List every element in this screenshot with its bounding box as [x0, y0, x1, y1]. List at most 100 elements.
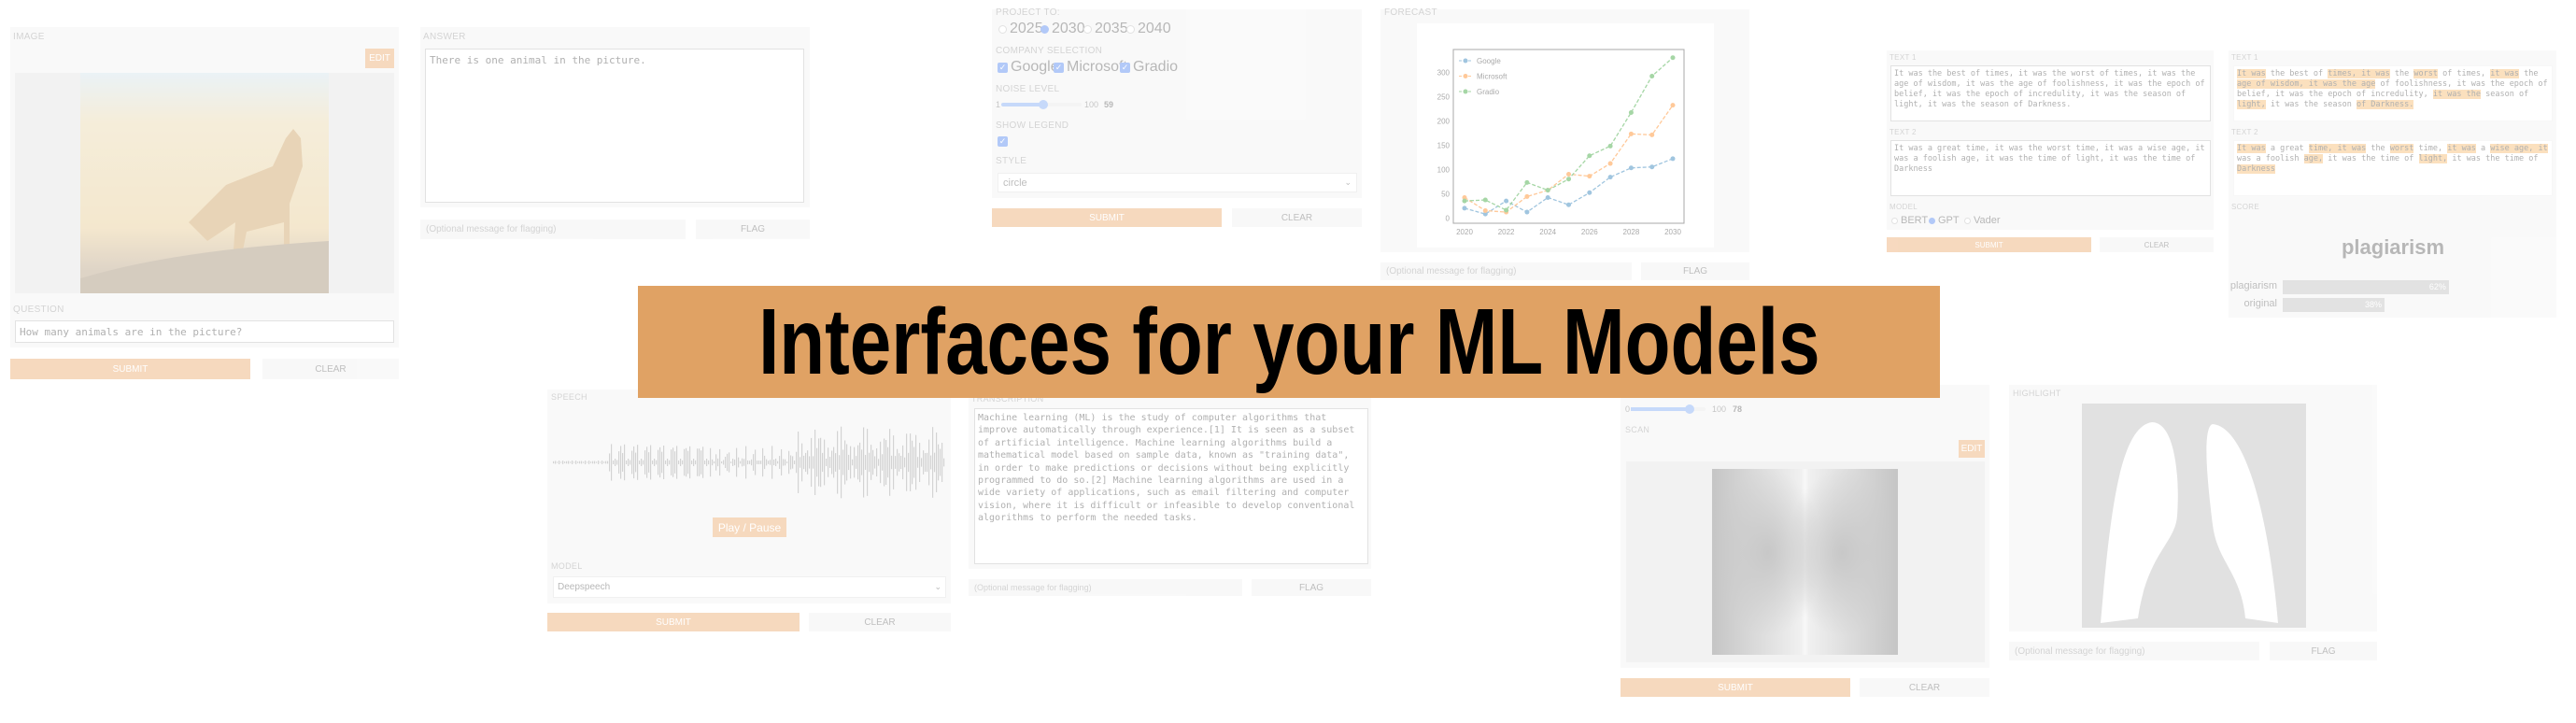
- submit-button[interactable]: SUBMIT: [10, 359, 250, 379]
- speech-label: SPEECH: [551, 392, 587, 402]
- edit-button[interactable]: EDIT: [365, 49, 394, 68]
- y-tick-label: 100: [1437, 165, 1451, 174]
- waveform-bar: [712, 459, 714, 466]
- noise-label: NOISE LEVEL: [996, 84, 1060, 94]
- company-label: COMPANY SELECTION: [996, 46, 1103, 56]
- waveform-bar: [889, 429, 891, 496]
- year-radio-2040[interactable]: 2040: [1126, 21, 1171, 37]
- score-label-original: original: [2243, 297, 2277, 309]
- image-dropzone[interactable]: [15, 73, 394, 293]
- flag-message-input[interactable]: (Optional message for flagging): [1380, 262, 1632, 280]
- model-select[interactable]: Deepspeech ⌄: [553, 576, 946, 598]
- flag-message-input[interactable]: (Optional message for flagging): [2009, 642, 2259, 660]
- text2-input[interactable]: It was a great time, it was the worst ti…: [1890, 140, 2211, 196]
- waveform-bar: [938, 444, 940, 481]
- waveform-bar: [721, 461, 723, 464]
- year-radio-2025[interactable]: 2025: [998, 21, 1043, 37]
- model-radio-bert[interactable]: BERT: [1891, 215, 1928, 226]
- waveform-bar: [775, 458, 777, 467]
- waveform-bar: [915, 434, 917, 490]
- company-checkbox-gradio[interactable]: ✓ Gradio: [1120, 59, 1178, 76]
- waveform-bar: [857, 445, 859, 480]
- image-dropzone[interactable]: [1626, 461, 1985, 662]
- highlighted-phrase: light,: [2418, 154, 2448, 163]
- waveform-bar: [816, 447, 818, 477]
- slider-thumb[interactable]: [1039, 100, 1048, 109]
- transcription-textbox[interactable]: Machine learning (ML) is the study of co…: [974, 408, 1368, 564]
- submit-button[interactable]: SUBMIT: [992, 208, 1222, 227]
- submit-button[interactable]: SUBMIT: [1887, 237, 2091, 252]
- waveform-bar: [624, 444, 626, 481]
- waveform-bar: [622, 453, 624, 472]
- waveform-bar: [648, 452, 650, 473]
- flag-message-input[interactable]: (Optional message for flagging): [420, 220, 686, 239]
- waveform-bar: [891, 455, 893, 470]
- waveform-bar: [665, 461, 667, 464]
- clear-button[interactable]: CLEAR: [1232, 208, 1362, 227]
- year-radio-2030[interactable]: 2030: [1040, 21, 1085, 37]
- waveform-bar: [768, 461, 770, 464]
- clear-button[interactable]: CLEAR: [809, 613, 951, 631]
- waveform-bar: [882, 454, 884, 471]
- play-pause-button[interactable]: Play / Pause: [713, 517, 786, 537]
- waveform-bar: [598, 461, 600, 464]
- flag-button[interactable]: FLAG: [696, 220, 810, 239]
- submit-button[interactable]: SUBMIT: [1621, 678, 1850, 697]
- audio-waveform[interactable]: [553, 423, 946, 502]
- model-radio-gpt[interactable]: GPT: [1929, 215, 1960, 226]
- waveform-bar: [555, 461, 557, 464]
- clear-button[interactable]: CLEAR: [1860, 678, 1989, 697]
- show-legend-checkbox[interactable]: ✓: [998, 136, 1008, 147]
- noise-slider[interactable]: [1001, 100, 1082, 109]
- waveform-bar: [736, 447, 738, 477]
- xray-image: [1712, 469, 1898, 655]
- text1-input[interactable]: It was the best of times, it was the wor…: [1890, 65, 2211, 121]
- waveform-bar: [842, 449, 844, 475]
- flag-message-input[interactable]: (Optional message for flagging): [969, 579, 1242, 596]
- data-point: [1628, 165, 1634, 171]
- waveform-bar: [783, 459, 785, 466]
- highlighted-phrase: it was the: [2432, 90, 2482, 99]
- waveform-bar: [615, 459, 616, 466]
- model-radio-vader[interactable]: Vader: [1964, 215, 2001, 226]
- waveform-bar: [667, 459, 669, 466]
- text-segment: of times,: [2437, 69, 2491, 78]
- edit-button[interactable]: EDIT: [1959, 440, 1985, 458]
- slider-fill: [1001, 103, 1043, 106]
- answer-textbox[interactable]: There is one animal in the picture.: [425, 49, 804, 203]
- waveform-bar: [560, 461, 562, 463]
- text-segment: the: [2389, 69, 2414, 78]
- flag-button[interactable]: FLAG: [2270, 642, 2377, 660]
- clear-button[interactable]: CLEAR: [2100, 237, 2214, 252]
- waveform-bar: [719, 448, 721, 476]
- waveform-bar: [794, 461, 796, 464]
- submit-button[interactable]: SUBMIT: [547, 613, 800, 631]
- company-checkbox-google[interactable]: ✓ Google: [998, 59, 1059, 76]
- waveform-bar: [893, 435, 895, 489]
- radio-label: GPT: [1938, 215, 1960, 226]
- waveform-bar: [854, 447, 856, 478]
- question-input[interactable]: How many animals are in the picture?: [15, 320, 394, 343]
- waveform-bar: [605, 461, 607, 464]
- style-select[interactable]: circle ⌄: [998, 173, 1357, 192]
- style-select-value: circle: [1003, 177, 1027, 189]
- text2-label: TEXT 2: [1890, 128, 1917, 136]
- flag-button[interactable]: FLAG: [1252, 579, 1371, 596]
- waveform-bar: [917, 457, 919, 468]
- waveform-bar: [727, 453, 729, 472]
- clear-button[interactable]: CLEAR: [262, 359, 399, 379]
- waveform-bar: [885, 440, 887, 485]
- data-point: [1545, 188, 1550, 193]
- waveform-bar: [861, 449, 863, 475]
- waveform-bar: [822, 452, 824, 473]
- flag-button[interactable]: FLAG: [1641, 262, 1749, 280]
- waveform-bar: [562, 461, 564, 464]
- company-checkbox-microsoft[interactable]: ✓ Microsoft: [1054, 59, 1127, 76]
- waveform-bar: [796, 451, 798, 474]
- threshold-slider[interactable]: [1631, 404, 1706, 414]
- waveform-bar: [557, 461, 559, 463]
- waveform-bar: [568, 461, 570, 464]
- data-point: [1566, 172, 1571, 177]
- slider-thumb[interactable]: [1685, 404, 1694, 414]
- year-radio-2035[interactable]: 2035: [1083, 21, 1128, 37]
